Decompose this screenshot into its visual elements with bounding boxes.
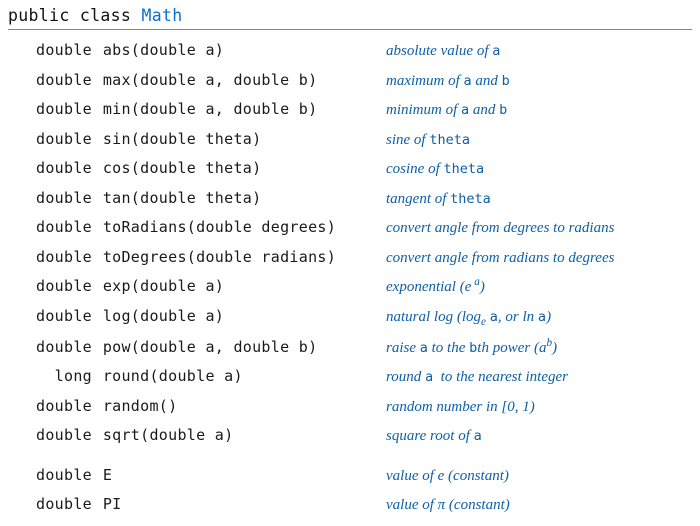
class-header: public class Math <box>8 6 692 27</box>
method-row: double max(double a, double b) maximum of … <box>36 66 692 96</box>
return-type: double <box>36 66 92 95</box>
method-row: long round(double a) round a to the neares… <box>36 362 692 392</box>
constant-signature: double E <box>36 461 386 490</box>
method-name-params: cos(double theta) <box>103 159 262 177</box>
method-name-params: sin(double theta) <box>103 130 262 148</box>
header-prefix: public class <box>8 6 131 25</box>
constant-description: value of π (constant) <box>386 491 692 520</box>
method-signature: double max(double a, double b) <box>36 66 386 95</box>
method-row: double abs(double a) absolute value of a <box>36 36 692 66</box>
method-row: double sin(double theta) sine of theta <box>36 125 692 155</box>
return-type: double <box>36 333 92 362</box>
method-description: square root of a <box>386 422 692 451</box>
return-type: double <box>36 272 92 301</box>
method-list: doubleabs(double a)absolute value of ado… <box>8 36 692 451</box>
method-row: double tan(double theta) tangent of theta <box>36 184 692 214</box>
constant-name-params: PI <box>103 495 122 513</box>
return-type: double <box>36 154 92 183</box>
method-signature: long round(double a) <box>36 362 386 391</box>
constant-list: double Evalue of e (constant) double PI valu… <box>8 461 692 520</box>
method-name-params: toDegrees(double radians) <box>103 248 336 266</box>
method-description: tangent of theta <box>386 185 692 214</box>
method-row: double toRadians(double degrees) convert a… <box>36 213 692 243</box>
method-signature: double min(double a, double b) <box>36 95 386 124</box>
method-description: cosine of theta <box>386 155 692 184</box>
method-description: minimum of a and b <box>386 96 692 125</box>
header-rule <box>8 29 692 30</box>
return-type: double <box>36 392 92 421</box>
constant-name-params: E <box>103 466 112 484</box>
return-type: double <box>36 243 92 272</box>
method-description: round a to the nearest integer <box>386 363 692 392</box>
return-type: double <box>36 213 92 242</box>
method-row: double cos(double theta) cosine of theta <box>36 154 692 184</box>
method-name-params: pow(double a, double b) <box>103 338 318 356</box>
return-type: double <box>36 302 92 331</box>
return-type: double <box>36 490 92 519</box>
method-row: double toDegrees(double radians) convert a… <box>36 243 692 273</box>
method-row: double log(double a) natural log (loge a, … <box>36 302 692 333</box>
method-name-params: round(double a) <box>103 367 243 385</box>
return-type: double <box>36 461 92 490</box>
method-description: convert angle from degrees to radians <box>386 214 692 243</box>
method-row: double min(double a, double b) minimum of … <box>36 95 692 125</box>
method-name-params: tan(double theta) <box>103 189 262 207</box>
method-description: absolute value of a <box>386 37 692 66</box>
method-description: sine of theta <box>386 126 692 155</box>
method-name-params: random() <box>103 397 178 415</box>
header-class-name: Math <box>141 6 182 25</box>
method-name-params: max(double a, double b) <box>103 71 318 89</box>
method-name-params: exp(double a) <box>103 277 224 295</box>
constant-description: value of e (constant) <box>386 462 692 491</box>
return-type: double <box>36 36 92 65</box>
method-description: exponential (e a) <box>386 272 692 302</box>
method-row: double sqrt(double a) square root of a <box>36 421 692 451</box>
method-name-params: sqrt(double a) <box>103 426 234 444</box>
method-name-params: toRadians(double degrees) <box>103 218 336 236</box>
method-signature: double log(double a) <box>36 302 386 331</box>
method-name-params: min(double a, double b) <box>103 100 318 118</box>
method-name-params: abs(double a) <box>103 41 224 59</box>
return-type: double <box>36 125 92 154</box>
method-signature: double sqrt(double a) <box>36 421 386 450</box>
return-type: double <box>36 421 92 450</box>
method-signature: double sin(double theta) <box>36 125 386 154</box>
method-signature: double pow(double a, double b) <box>36 333 386 362</box>
method-description: convert angle from radians to degrees <box>386 244 692 273</box>
method-description: raise a to the bth power (ab) <box>386 333 692 363</box>
section-gap <box>8 451 692 461</box>
method-description: maximum of a and b <box>386 67 692 96</box>
constant-row: double PI value of π (constant) <box>36 490 692 520</box>
method-description: random number in [0, 1) <box>386 393 692 422</box>
method-signature: double random() <box>36 392 386 421</box>
method-signature: double abs(double a) <box>36 36 386 65</box>
method-row: double pow(double a, double b) raise a to … <box>36 333 692 363</box>
return-type: long <box>36 362 92 391</box>
method-row: double exp(double a) exponential (e a) <box>36 272 692 302</box>
method-signature: double exp(double a) <box>36 272 386 301</box>
return-type: double <box>36 184 92 213</box>
method-signature: double cos(double theta) <box>36 154 386 183</box>
method-row: double random() random number in [0, 1) <box>36 392 692 422</box>
method-signature: double toDegrees(double radians) <box>36 243 386 272</box>
constant-row: double Evalue of e (constant) <box>36 461 692 491</box>
return-type: double <box>36 95 92 124</box>
constant-signature: double PI <box>36 490 386 519</box>
method-signature: double tan(double theta) <box>36 184 386 213</box>
method-description: natural log (loge a, or ln a) <box>386 303 692 333</box>
method-name-params: log(double a) <box>103 307 224 325</box>
method-signature: double toRadians(double degrees) <box>36 213 386 242</box>
